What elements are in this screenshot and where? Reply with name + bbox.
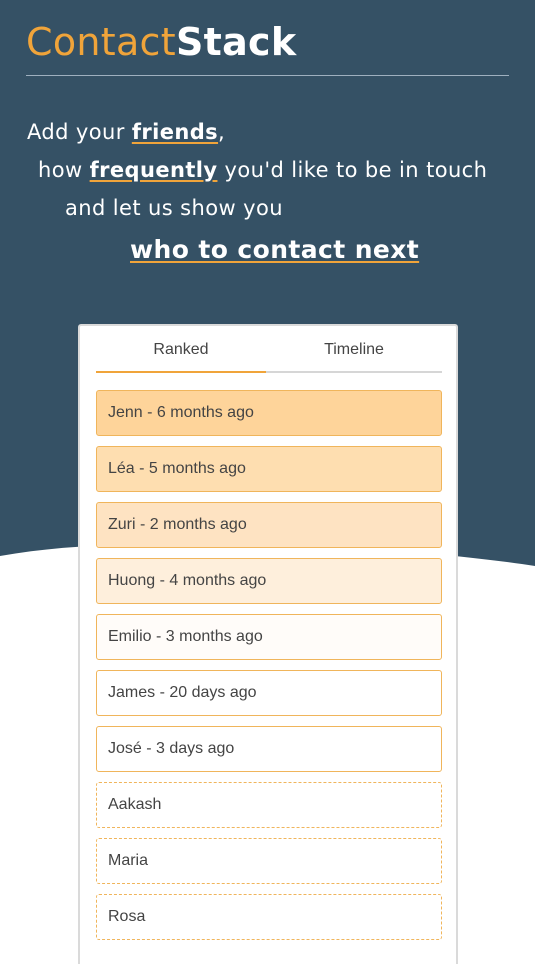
brand-logo-part2: Stack xyxy=(175,20,297,64)
contact-row[interactable]: Maria xyxy=(96,838,442,884)
contact-row[interactable]: Huong - 4 months ago xyxy=(96,558,442,604)
contact-label: Maria xyxy=(108,852,149,869)
contact-row[interactable]: Emilio - 3 months ago xyxy=(96,614,442,660)
contact-row[interactable]: Zuri - 2 months ago xyxy=(96,502,442,548)
contact-row[interactable]: Rosa xyxy=(96,894,442,940)
brand-logo-part1: Contact xyxy=(26,20,176,64)
tagline-text: Add your xyxy=(27,120,132,144)
demo-card: Ranked Timeline Jenn - 6 months ago Léa -… xyxy=(78,324,458,964)
tagline-line-2: how frequently you'd like to be in touch xyxy=(38,157,487,183)
tagline-emphasis-frequently: frequently xyxy=(89,158,218,182)
contact-label: Aakash xyxy=(108,796,162,813)
contact-row[interactable]: José - 3 days ago xyxy=(96,726,442,772)
tagline-emphasis-friends: friends xyxy=(131,120,219,144)
contact-row[interactable]: Aakash xyxy=(96,782,442,828)
tagline-text: how xyxy=(38,158,90,182)
tagline-text: you'd like to be in touch xyxy=(217,158,488,182)
contact-label: Jenn - 6 months ago xyxy=(108,404,254,421)
tagline-emphasis-contact-next: who to contact next xyxy=(130,235,420,264)
contact-row[interactable]: James - 20 days ago xyxy=(96,670,442,716)
header-divider xyxy=(26,75,509,76)
contact-label: Zuri - 2 months ago xyxy=(108,516,247,533)
tagline-line-3: and let us show you xyxy=(65,196,283,220)
contact-row[interactable]: Jenn - 6 months ago xyxy=(96,390,442,436)
tagline-line-4: who to contact next xyxy=(130,234,419,266)
tab-timeline[interactable]: Timeline xyxy=(266,326,442,374)
tab-ranked[interactable]: Ranked xyxy=(96,326,266,374)
contact-label: James - 20 days ago xyxy=(108,684,257,701)
tagline-text: , xyxy=(218,120,226,144)
brand-logo[interactable]: ContactStack xyxy=(26,20,296,64)
tab-active-indicator xyxy=(96,371,266,373)
contact-label: José - 3 days ago xyxy=(108,740,235,757)
contact-label: Léa - 5 months ago xyxy=(108,460,246,477)
contact-label: Rosa xyxy=(108,908,146,925)
tab-bar: Ranked Timeline xyxy=(96,326,442,374)
tagline-line-1: Add your friends, xyxy=(27,119,225,145)
contact-label: Emilio - 3 months ago xyxy=(108,628,263,645)
contact-label: Huong - 4 months ago xyxy=(108,572,267,589)
contact-row[interactable]: Léa - 5 months ago xyxy=(96,446,442,492)
